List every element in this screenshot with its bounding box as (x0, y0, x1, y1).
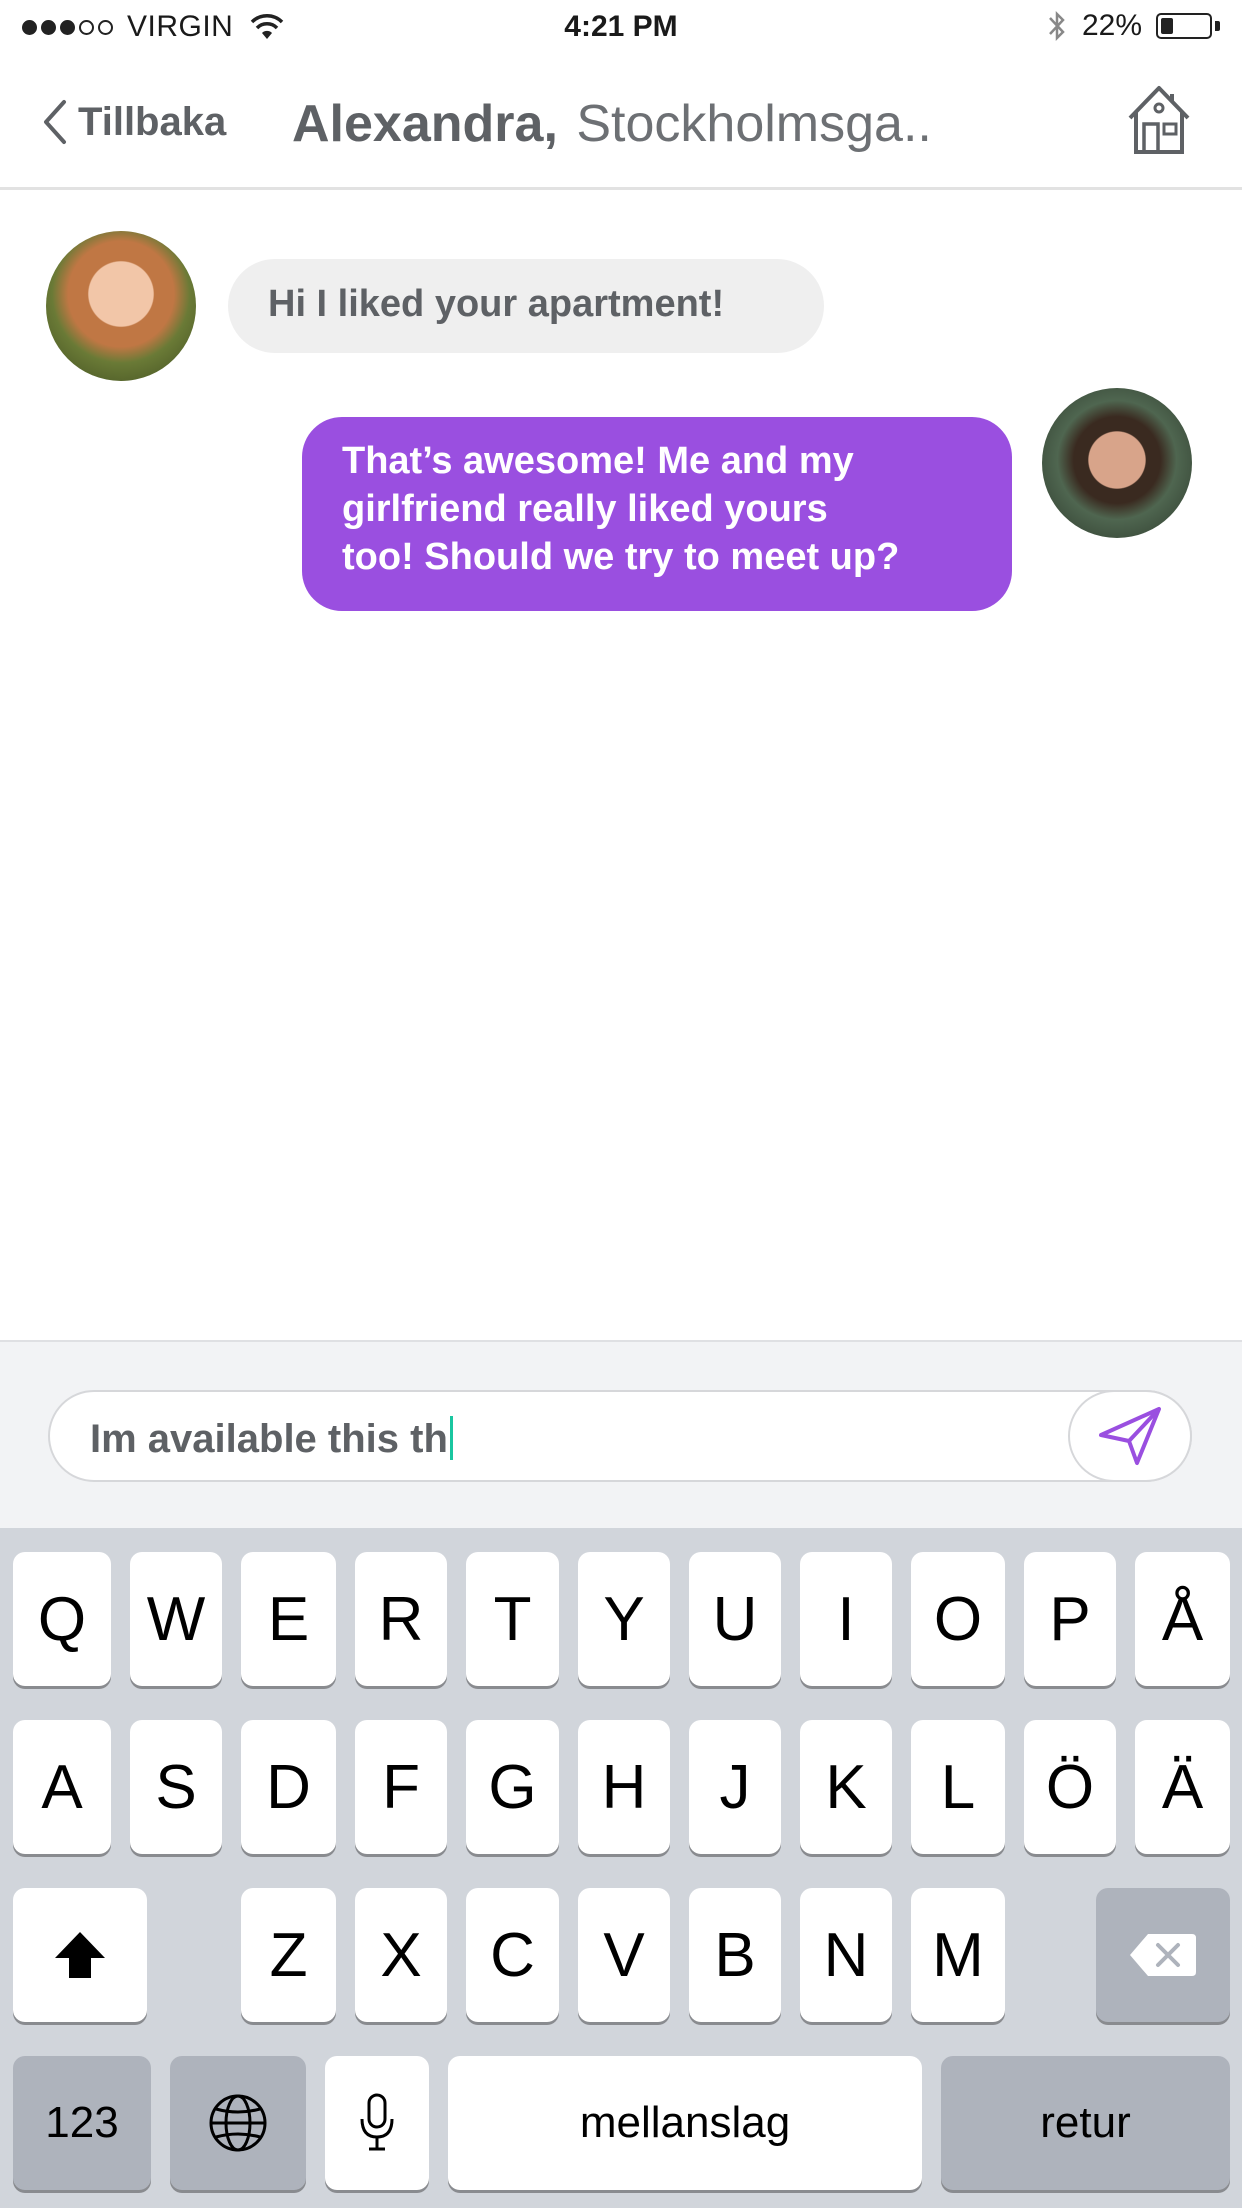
chevron-left-icon (44, 100, 66, 144)
key-x[interactable]: X (355, 1888, 447, 2022)
nav-bar: Tillbaka Alexandra, Stockholmsga.. (0, 58, 1242, 190)
key-y[interactable]: Y (578, 1552, 670, 1686)
key-o-umlaut[interactable]: Ö (1024, 1720, 1116, 1854)
key-z[interactable]: Z (241, 1888, 336, 2022)
key-t[interactable]: T (466, 1552, 559, 1686)
status-right: 22% (1046, 8, 1220, 44)
key-r[interactable]: R (355, 1552, 447, 1686)
microphone-icon (360, 2093, 394, 2151)
dictation-key[interactable] (325, 2056, 429, 2190)
bluetooth-icon (1049, 10, 1065, 42)
globe-key[interactable] (170, 2056, 306, 2190)
key-w[interactable]: W (130, 1552, 222, 1686)
back-button[interactable]: Tillbaka (40, 98, 226, 146)
outgoing-message-line: girlfriend really liked yours (342, 488, 828, 530)
key-u[interactable]: U (689, 1552, 781, 1686)
key-k[interactable]: K (800, 1720, 892, 1854)
key-s[interactable]: S (130, 1720, 222, 1854)
key-o[interactable]: O (911, 1552, 1005, 1686)
keyboard: Q W E R T Y U I O P Å A S D F G H J K L … (0, 1528, 1242, 2208)
outgoing-message-line: That’s awesome! Me and my (342, 440, 854, 482)
return-key[interactable]: retur (941, 2056, 1230, 2190)
key-e[interactable]: E (241, 1552, 336, 1686)
key-i[interactable]: I (800, 1552, 892, 1686)
key-g[interactable]: G (466, 1720, 559, 1854)
message-input-value: Im available this th (90, 1417, 448, 1461)
key-j[interactable]: J (689, 1720, 781, 1854)
key-b[interactable]: B (689, 1888, 781, 2022)
outgoing-message: That’s awesome! Me and my girlfriend rea… (302, 417, 1012, 611)
incoming-message: Hi I liked your apartment! (228, 259, 824, 353)
shift-key[interactable] (13, 1888, 147, 2022)
message-input-text: Im available this th (90, 1416, 453, 1462)
contact-address: Stockholmsga.. (576, 95, 932, 153)
key-a-umlaut[interactable]: Ä (1135, 1720, 1230, 1854)
key-a[interactable]: A (13, 1720, 111, 1854)
paper-plane-icon (1099, 1407, 1161, 1465)
key-n[interactable]: N (800, 1888, 892, 2022)
conversation-title: Alexandra, Stockholmsga.. (292, 94, 932, 154)
key-m[interactable]: M (911, 1888, 1005, 2022)
key-q[interactable]: Q (13, 1552, 111, 1686)
chat-thread[interactable]: Hi I liked your apartment! That’s awesom… (0, 190, 1242, 1340)
back-label: Tillbaka (78, 99, 227, 144)
key-l[interactable]: L (911, 1720, 1005, 1854)
user-avatar[interactable] (1042, 388, 1192, 538)
contact-avatar[interactable] (46, 231, 196, 381)
text-caret (449, 1416, 453, 1460)
incoming-message-text: Hi I liked your apartment! (268, 283, 725, 325)
space-key[interactable]: mellanslag (448, 2056, 922, 2190)
key-c[interactable]: C (466, 1888, 559, 2022)
contact-name: Alexandra, (292, 95, 558, 153)
globe-icon (209, 2094, 267, 2152)
send-button[interactable] (1068, 1390, 1192, 1482)
battery-percent: 22% (1081, 9, 1142, 42)
backspace-icon (1130, 1934, 1196, 1976)
shift-arrow-icon (55, 1932, 105, 1978)
house-icon[interactable] (1124, 82, 1194, 158)
outgoing-message-line: too! Should we try to meet up? (342, 536, 900, 578)
key-f[interactable]: F (355, 1720, 447, 1854)
key-v[interactable]: V (578, 1888, 670, 2022)
key-p[interactable]: P (1024, 1552, 1116, 1686)
battery-icon (1156, 11, 1220, 41)
message-input[interactable]: Im available this th (48, 1390, 1192, 1482)
key-d[interactable]: D (241, 1720, 336, 1854)
status-bar: VIRGIN 4:21 PM 22% (0, 0, 1242, 58)
numbers-key[interactable]: 123 (13, 2056, 151, 2190)
key-a-ring[interactable]: Å (1135, 1552, 1230, 1686)
key-h[interactable]: H (578, 1720, 670, 1854)
message-composer: Im available this th (0, 1340, 1242, 1528)
delete-key[interactable] (1096, 1888, 1230, 2022)
